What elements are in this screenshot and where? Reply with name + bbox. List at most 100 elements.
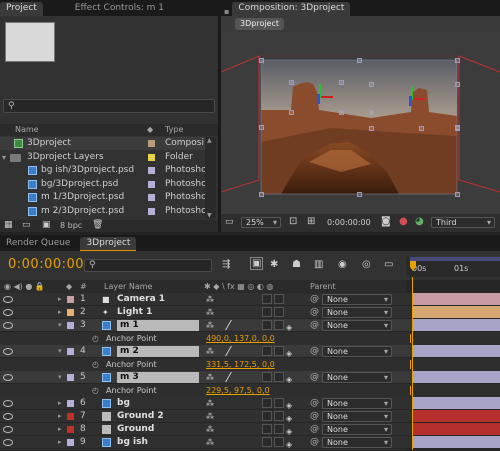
adjustment-layer-switch[interactable] [274, 372, 284, 382]
twirl-right-icon[interactable]: ▸ [58, 410, 62, 423]
column-parent[interactable]: Parent [310, 280, 336, 293]
layer-name[interactable]: m 2 [117, 346, 199, 357]
layer-label-swatch[interactable] [67, 426, 74, 433]
motion-blur-switch[interactable] [262, 307, 272, 317]
axis-gizmo[interactable] [409, 96, 412, 106]
transform-handle[interactable] [259, 125, 264, 130]
project-scrollbar[interactable]: ▲ ▼ [205, 137, 216, 219]
parent-dropdown[interactable]: None [322, 398, 392, 409]
label-color-swatch[interactable] [148, 167, 155, 174]
transparency-grid-icon[interactable]: ⊞ [307, 216, 315, 227]
transform-handle[interactable] [369, 110, 374, 115]
project-item[interactable]: bg ish/3Dproject.psd Photosho [0, 164, 205, 177]
layer-duration-bar[interactable] [412, 319, 500, 331]
3d-view-dropdown[interactable]: Third [431, 217, 495, 228]
adjustment-layer-switch[interactable] [274, 346, 284, 356]
layer-duration-bar[interactable] [412, 371, 500, 383]
transform-handle[interactable] [369, 82, 374, 87]
axis-gizmo[interactable] [321, 96, 333, 98]
label-color-swatch[interactable] [148, 207, 155, 215]
layer-name[interactable]: Ground [117, 423, 154, 436]
property-value[interactable]: 229,5, 97,5, 0,0 [206, 384, 270, 397]
work-area-bar[interactable] [410, 257, 500, 261]
motion-blur-switch[interactable] [262, 372, 272, 382]
property-value[interactable]: 490,0, 137,0, 0,0 [206, 332, 275, 345]
shy-switch-icon[interactable]: ⁂ [206, 397, 214, 410]
project-item[interactable]: m 1/3Dproject.psd Photosho [0, 191, 205, 204]
show-channel-icon[interactable]: ● [399, 216, 408, 227]
shy-switch-icon[interactable]: ⁂ [206, 319, 214, 332]
shy-switch-icon[interactable]: ⁂ [206, 306, 214, 319]
shy-switch-icon[interactable]: ⁂ [206, 436, 214, 449]
column-layer-name[interactable]: Layer Name [104, 280, 152, 293]
project-item[interactable]: m 2/3Dproject.psd Photosho [0, 205, 205, 218]
eye-icon[interactable] [3, 296, 13, 303]
twirl-right-icon[interactable]: ▸ [58, 423, 62, 436]
pickwhip-icon[interactable]: @ [310, 397, 319, 410]
layer-duration-bar[interactable] [412, 306, 500, 318]
eye-icon[interactable] [3, 322, 13, 329]
axis-gizmo[interactable] [317, 94, 320, 104]
parent-dropdown[interactable]: None [322, 294, 392, 305]
tab-project[interactable]: Project [0, 2, 43, 16]
layer-label-swatch[interactable] [67, 322, 74, 329]
transform-handle[interactable] [455, 126, 460, 131]
timeline-layer-row[interactable]: ▾ 4 m 2 ⁂ ◈ @ None [0, 345, 500, 358]
eye-icon[interactable] [3, 309, 13, 316]
shy-switch-icon[interactable]: ⁂ [206, 345, 214, 358]
eye-icon[interactable] [3, 413, 13, 420]
layer-label-swatch[interactable] [67, 348, 74, 355]
twirl-down-icon[interactable]: ▾ [2, 151, 6, 164]
motion-blur-switch[interactable] [262, 424, 272, 434]
eye-icon[interactable] [3, 439, 13, 446]
pickwhip-icon[interactable]: @ [310, 371, 319, 384]
time-ruler[interactable]: 00s 01s [406, 257, 500, 277]
shy-switch-icon[interactable]: ⁂ [206, 371, 214, 384]
motion-blur-switch[interactable] [262, 411, 272, 421]
label-color-swatch[interactable] [148, 194, 155, 201]
frame-blending-icon[interactable]: ▥ [314, 259, 323, 270]
timeline-layer-row[interactable]: ▸ 9 bg ish ⁂ ◈ @ None [0, 436, 500, 449]
transform-handle[interactable] [339, 80, 344, 85]
transform-handle[interactable] [259, 192, 264, 197]
pickwhip-icon[interactable]: @ [310, 293, 319, 306]
live-update-icon[interactable]: ▣ [250, 257, 264, 270]
layer-property-row[interactable]: ◴ Anchor Point 229,5, 97,5, 0,0 [0, 384, 500, 397]
tab-render-queue[interactable]: Render Queue [0, 237, 76, 251]
adjustment-layer-switch[interactable] [274, 320, 284, 330]
column-type[interactable]: Type [165, 124, 183, 136]
shy-switch-icon[interactable]: ⁂ [206, 293, 214, 306]
interpret-footage-icon[interactable]: ▦ [4, 220, 13, 230]
region-of-interest-icon[interactable]: ⊡ [289, 216, 297, 227]
quality-switch-icon[interactable] [225, 346, 241, 356]
graph-editor-icon[interactable]: ▭ [384, 259, 393, 270]
transform-handle[interactable] [455, 82, 460, 87]
adjustment-layer-switch[interactable] [274, 294, 284, 304]
layer-duration-bar[interactable] [412, 397, 500, 409]
parent-dropdown[interactable]: None [322, 437, 392, 448]
twirl-right-icon[interactable]: ▸ [58, 397, 62, 410]
new-folder-icon[interactable]: ▭ [22, 220, 31, 230]
transform-handle[interactable] [357, 192, 362, 197]
project-search-input[interactable]: ⚲ [3, 99, 215, 113]
timeline-layer-row[interactable]: ▸ 2 ✦ Light 1 ⁂ @ None [0, 306, 500, 319]
layer-name[interactable]: Camera 1 [117, 293, 165, 306]
tab-effect-controls[interactable]: Effect Controls: m 1 [43, 2, 170, 16]
parent-dropdown[interactable]: None [322, 411, 392, 422]
adjustment-layer-switch[interactable] [274, 437, 284, 447]
label-color-swatch[interactable] [148, 140, 155, 147]
label-column-icon[interactable]: ◆ [147, 124, 153, 136]
transform-handle[interactable] [339, 110, 344, 115]
timeline-search-input[interactable]: ⚲ [84, 259, 212, 272]
timeline-current-time[interactable]: 0:00:00:00 [8, 257, 84, 272]
eye-icon[interactable] [3, 348, 13, 355]
layer-label-swatch[interactable] [67, 374, 74, 381]
snapshot-icon[interactable]: ◙ [381, 216, 391, 227]
twirl-right-icon[interactable]: ▾ [58, 371, 62, 384]
layer-property-row[interactable]: ◴ Anchor Point 490,0, 137,0, 0,0 [0, 332, 500, 345]
stopwatch-icon[interactable]: ◴ [92, 384, 99, 397]
pickwhip-icon[interactable]: @ [310, 436, 319, 449]
parent-dropdown[interactable]: None [322, 346, 392, 357]
layer-name[interactable]: Light 1 [117, 306, 152, 319]
quality-switch-icon[interactable] [225, 320, 241, 330]
